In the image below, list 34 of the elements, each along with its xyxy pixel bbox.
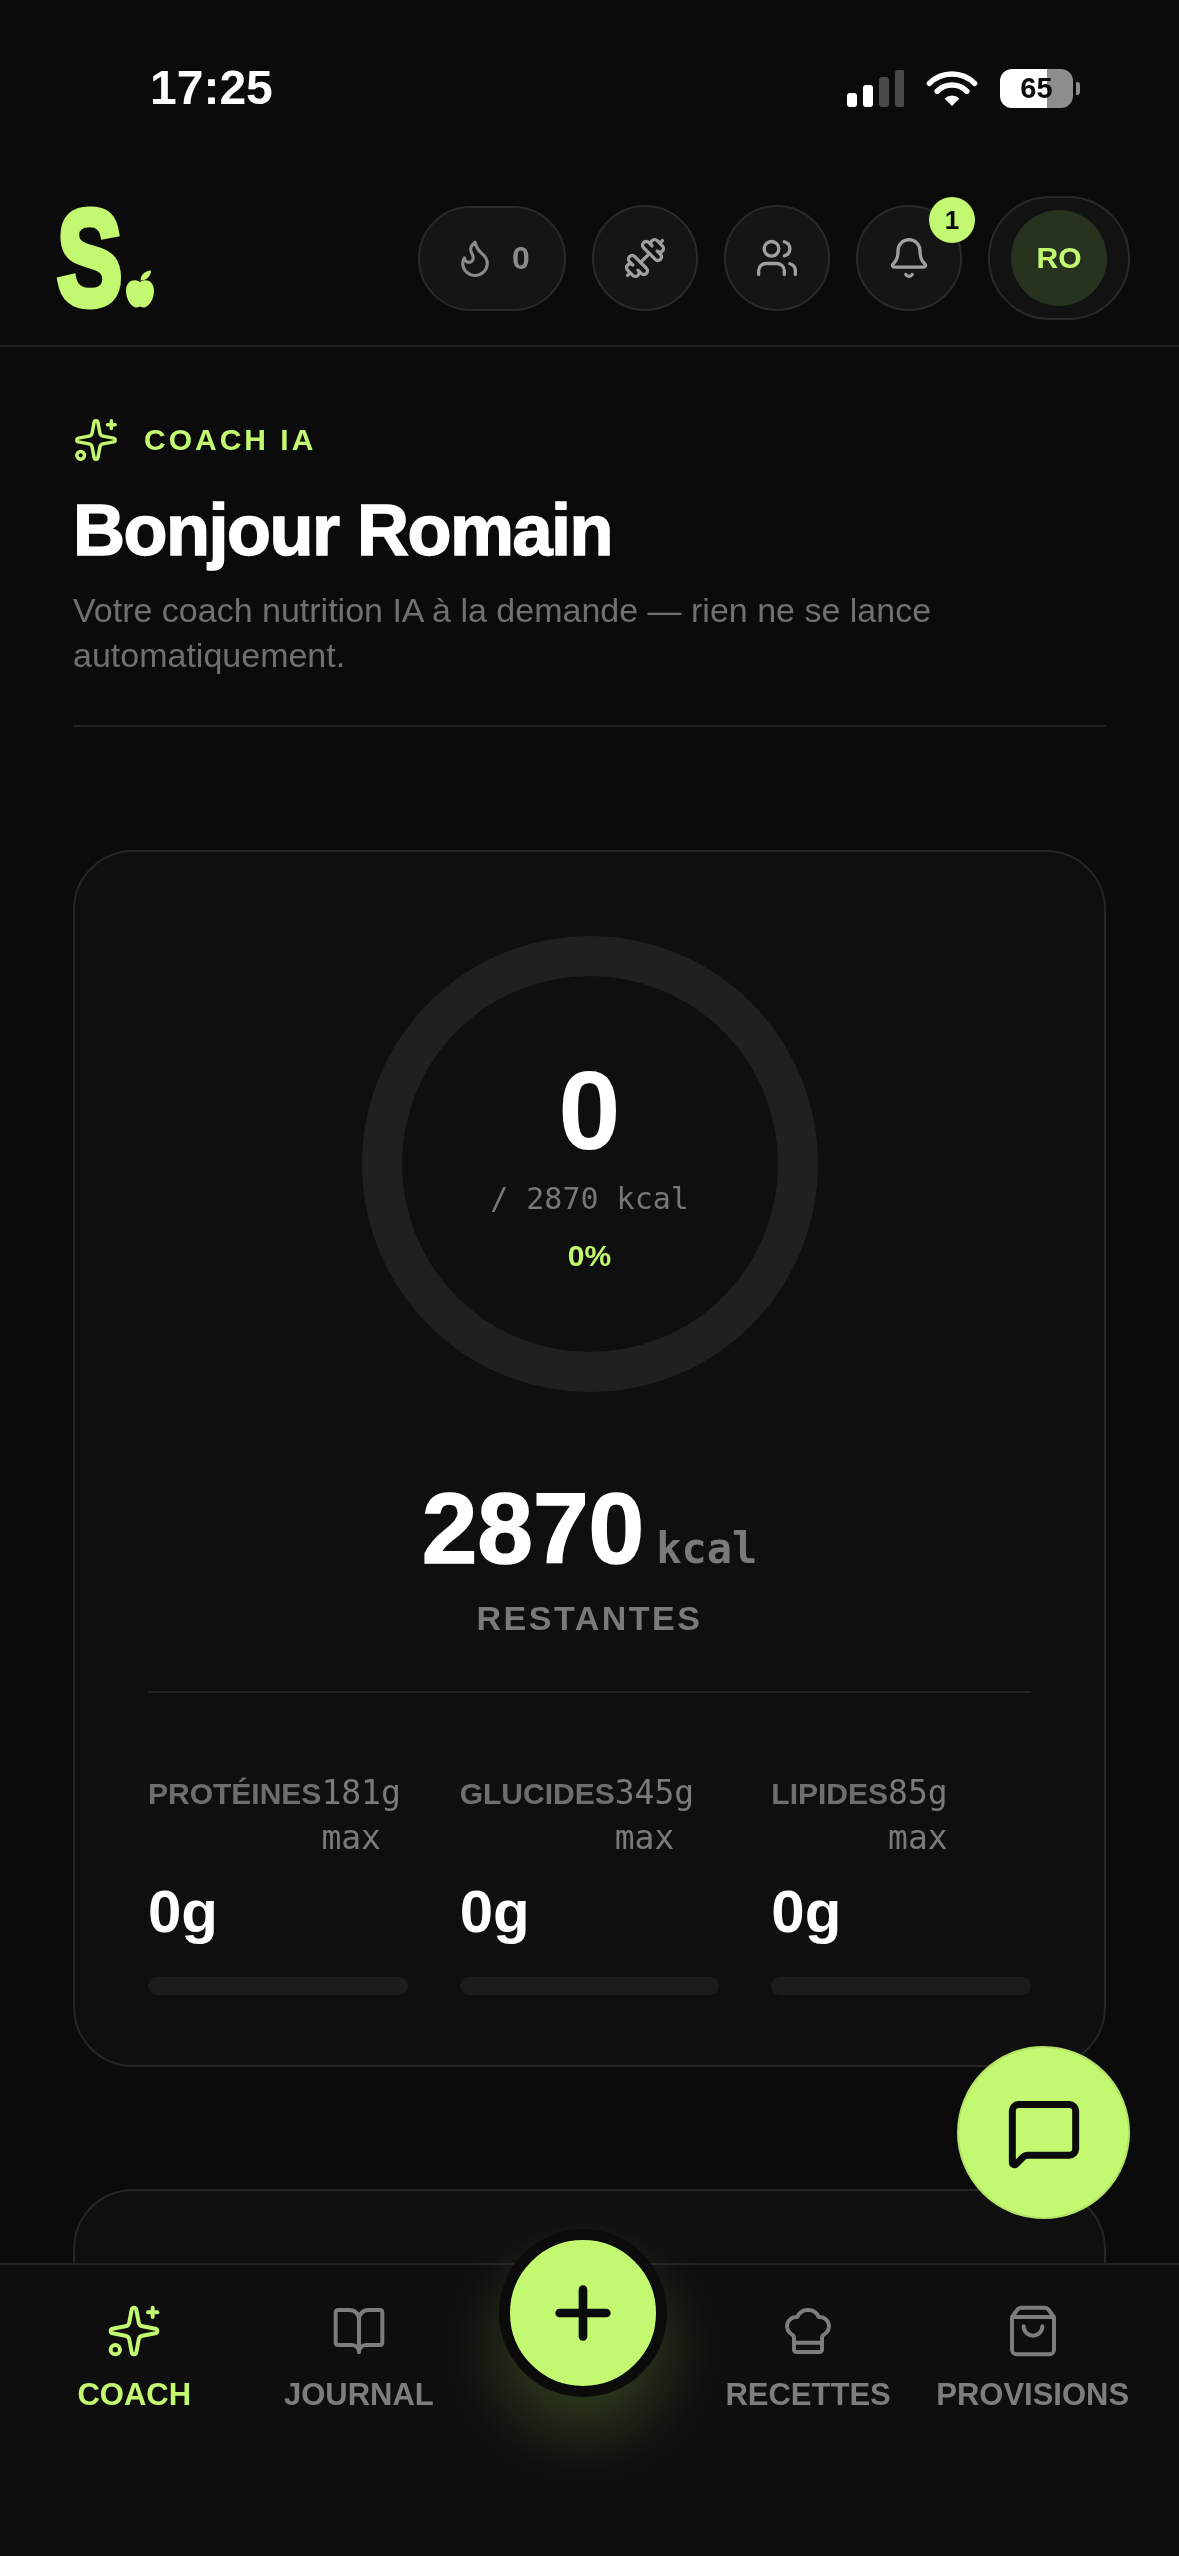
macro-target: 181g max <box>321 1772 401 1859</box>
macro-value: 0g <box>148 1877 220 1947</box>
dumbbell-icon <box>623 236 667 280</box>
nav-tab[interactable]: RECETTES <box>695 2303 921 2413</box>
macro-value: 0g <box>459 1877 531 1947</box>
macro-name: LIPIDES <box>771 1776 889 1812</box>
avatar: RO <box>1011 210 1107 306</box>
nav-tab[interactable]: PROVISIONS <box>920 2303 1145 2413</box>
macro-target: 85g max <box>888 1772 948 1859</box>
nav-tab[interactable]: COACH <box>22 2303 247 2413</box>
greeting-title: Bonjour Romain <box>73 490 613 570</box>
signal-icon <box>847 69 904 107</box>
calorie-unit: kcal <box>656 1524 758 1573</box>
battery-indicator: 65 <box>1000 68 1080 108</box>
logo-letter: S <box>57 208 123 308</box>
wifi-icon <box>926 69 978 107</box>
macro-value: 0g <box>771 1877 843 1947</box>
remaining-calories: 2870 <box>421 1478 645 1578</box>
calorie-goal: / 2870 kcal <box>490 1179 689 1218</box>
sparkles-icon <box>73 417 119 463</box>
apple-icon <box>123 270 156 308</box>
remaining-label: RESTANTES <box>476 1598 703 1638</box>
calorie-percent: 0% <box>567 1237 612 1274</box>
profile-button[interactable]: RO <box>988 196 1130 320</box>
macro-name: PROTÉINES <box>148 1776 322 1812</box>
streak-button[interactable]: 0 <box>418 205 566 311</box>
macro-name: GLUCIDES <box>459 1776 615 1812</box>
section-label: COACH IA <box>144 423 317 457</box>
nav-tab[interactable]: JOURNAL <box>246 2303 472 2413</box>
intro-text: Votre coach nutrition IA à la demande — rien ne se lance automatiquement. <box>73 590 933 676</box>
status-time: 17:25 <box>150 62 273 114</box>
consumed-calories: 0 <box>558 1054 621 1167</box>
macro-target: 345g max <box>614 1772 695 1859</box>
notification-badge: 1 <box>929 197 975 243</box>
